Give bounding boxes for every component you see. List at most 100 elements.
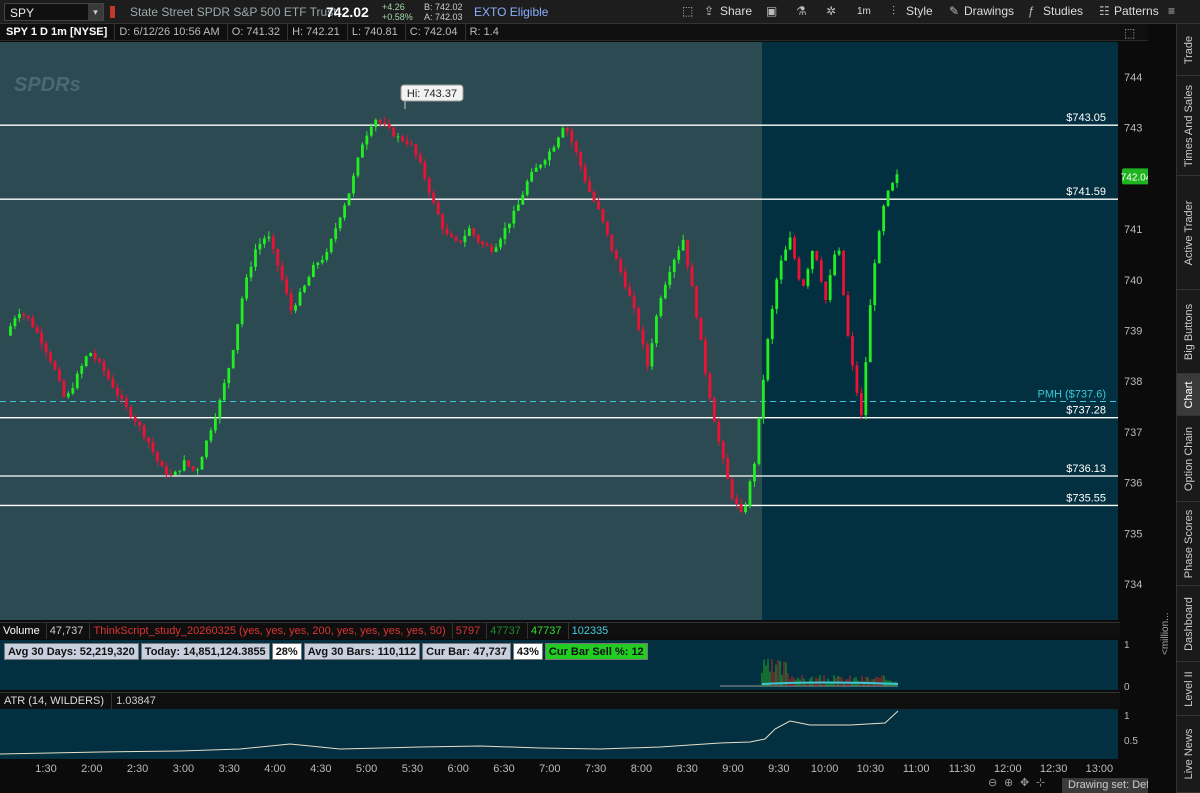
time-axis-labels: 1:30 2:00 2:30 3:00 3:30 4:00 4:30 5:00 5:30 6:00… [35,763,1113,775]
candle-body [262,238,266,244]
atr-chart: 10.5 [0,709,1148,759]
flask-icon[interactable]: ⚗ [796,4,807,18]
tab-dashboard[interactable]: Dashboard [1177,586,1200,662]
time-tick-label: 6:00 [447,763,468,775]
candle-body [383,122,387,125]
tab-live-news[interactable]: Live News [1177,716,1200,793]
price-tick-label: 739 [1124,326,1142,338]
spdr-watermark: SPDRs [14,74,81,96]
candle-body [659,298,663,317]
today-pct: 28% [271,643,302,660]
tab-phase-scores[interactable]: Phase Scores [1177,502,1200,586]
candle-body [410,143,413,145]
style-icon[interactable]: ⫶ [892,4,895,19]
tab-label: Trade [1183,35,1195,64]
time-axis[interactable]: 1:30 2:00 2:30 3:00 3:30 4:00 4:30 5:00 5:30 6:00… [0,759,1148,777]
time-tick-label: 9:30 [768,763,789,775]
chevron-down-icon[interactable]: ▾ [88,4,103,20]
top-toolbar: SPY ▾ State Street SPDR S&P 500 ETF Trus… [0,0,1200,24]
candle-body [387,124,391,128]
candle-body [877,231,881,264]
candle-body [499,239,502,248]
candle-body [463,235,467,243]
studies-button[interactable]: Studies [1043,4,1083,18]
candle-body [151,442,155,452]
candle-body [761,379,765,418]
menu-icon[interactable]: ≡ [1168,4,1175,18]
candle-body [182,460,186,471]
candle-body [842,250,845,296]
time-tick-label: 5:00 [356,763,377,775]
candle-body [80,365,84,374]
candle-body [352,175,355,194]
style-button[interactable]: Style [906,4,933,18]
volume-header: Volume 47,737 ThinkScript_study_20260325… [0,622,1120,639]
bid-value: B: 742.02 [424,2,463,12]
drawing-set-selector[interactable]: Drawing set: Default [1062,778,1148,793]
interval-button[interactable]: 1m [857,6,871,17]
link-icon[interactable]: ⬚ [682,4,693,18]
drag-icon[interactable]: ⊹ [1036,776,1045,789]
candle-body [356,157,360,176]
tab-option-chain[interactable]: Option Chain [1177,416,1200,502]
patterns-button[interactable]: Patterns [1114,4,1159,18]
tab-level-ii[interactable]: Level II [1177,662,1200,716]
zoom-out-icon[interactable]: ⊖ [988,776,997,789]
study-label: ThinkScript_study_20260325 (yes, yes, ye… [89,623,448,639]
tab-label: Chart [1183,381,1195,408]
symbol-description: State Street SPDR S&P 500 ETF Trust [130,5,337,19]
hi-label: Hi: 743.37 [407,88,457,100]
candle-body [423,162,427,179]
exto-link[interactable]: EXTO Eligible [474,5,548,19]
tab-chart[interactable]: Chart [1177,374,1200,416]
patterns-icon[interactable]: ☷ [1099,4,1110,18]
pan-icon[interactable]: ✥ [1020,776,1029,789]
candle-body [111,378,115,388]
candle-body [561,128,565,138]
candle-body [365,135,369,145]
avg-30-bars: Avg 30 Bars: 110,112 [303,643,421,660]
time-tick-label: 10:00 [811,763,839,775]
cur-bar-pct: 43% [512,643,543,660]
pencil-icon[interactable]: ✎ [949,4,959,18]
candle-body [699,317,703,341]
candle-body [864,362,868,416]
studies-icon[interactable]: ƒ [1028,4,1035,18]
price-tick-label: 738 [1124,376,1142,388]
price-pane[interactable]: SPDRs744743742741740739738737736735734$7… [0,42,1148,620]
candle-body [539,164,542,168]
tab-label: Phase Scores [1183,509,1195,578]
candle-body [668,272,672,285]
candle-body [459,240,462,243]
tab-times-and-sales[interactable]: Times And Sales [1177,76,1200,176]
regular-session-background [762,42,1118,620]
atr-pane[interactable]: 1 0.5 [0,709,1148,759]
share-button[interactable]: Share [720,4,752,18]
candle-body [583,166,587,182]
zoom-in-icon[interactable]: ⊕ [1004,776,1013,789]
symbol-selector[interactable]: SPY ▾ [4,3,104,21]
share-icon[interactable]: ⇪ [704,4,714,18]
candle-body [695,286,698,318]
candle-body [311,264,315,278]
tab-label: Active Trader [1183,200,1195,265]
price-tick-label: 743 [1124,123,1142,135]
tab-big-buttons[interactable]: Big Buttons [1177,290,1200,374]
gear-icon[interactable]: ✲ [826,4,836,18]
candle-body [481,241,485,245]
expand-icon[interactable]: ⬚ [1124,26,1135,40]
candle-body [164,466,168,475]
tab-active-trader[interactable]: Active Trader [1177,176,1200,290]
candle-body [628,287,632,297]
candle-body [343,205,346,218]
drawings-button[interactable]: Drawings [964,4,1014,18]
candle-body [717,421,721,442]
time-tick-label: 8:00 [631,763,652,775]
price-chart[interactable]: SPDRs744743742741740739738737736735734$7… [0,42,1148,620]
snapshot-icon[interactable]: ▣ [766,4,777,18]
candle-body [681,239,685,251]
time-tick-label: 1:30 [35,763,56,775]
tab-trade[interactable]: Trade [1177,24,1200,76]
candle-body [735,498,739,504]
candle-body [120,395,124,399]
